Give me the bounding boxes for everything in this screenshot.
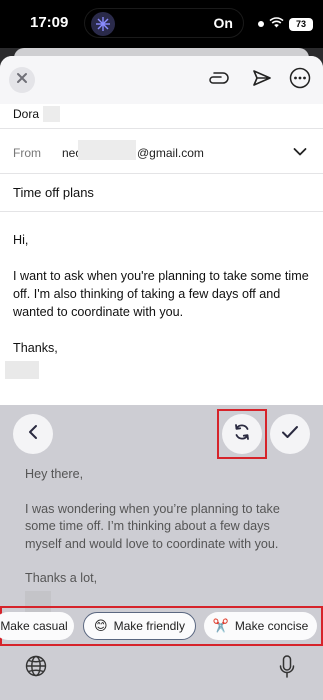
chip-make-concise[interactable]: ✂️ Make concise: [204, 612, 317, 640]
more-icon: [289, 67, 311, 94]
microphone-icon: [279, 655, 295, 683]
chip-make-casual[interactable]: Make casual: [0, 612, 74, 640]
compose-toolbar: [0, 56, 323, 104]
wifi-icon: [269, 15, 284, 33]
close-icon: [16, 71, 28, 89]
chip-label: Make concise: [234, 619, 309, 633]
attach-button[interactable]: [206, 68, 230, 92]
redacted-signature: [5, 361, 39, 379]
subject-row[interactable]: Time off plans: [0, 174, 323, 212]
tone-chips-row: Make casual 😊 Make friendly ✂️ Make conc…: [0, 606, 323, 646]
recipient-row[interactable]: Dora: [0, 104, 323, 129]
subject-text: Time off plans: [13, 185, 94, 200]
chip-make-friendly[interactable]: 😊 Make friendly: [83, 612, 196, 640]
suggestion-paragraph: I was wondering when you’re planning to …: [25, 501, 280, 551]
from-row[interactable]: From neon @gmail.com: [0, 130, 323, 174]
writing-assistant-panel: Hey there, I was wondering when you’re p…: [0, 405, 323, 700]
accept-button[interactable]: [270, 414, 310, 454]
dictation-button[interactable]: [279, 655, 295, 684]
status-bar: 17:09 On 73: [0, 0, 323, 48]
body-greeting: Hi,: [13, 233, 29, 247]
status-time: 17:09: [30, 14, 69, 31]
back-chevron-icon: [27, 424, 39, 445]
body-signoff: Thanks,: [13, 341, 58, 355]
checkmark-icon: [281, 425, 299, 444]
island-status-text: On: [213, 15, 233, 31]
chevron-down-icon[interactable]: [293, 144, 307, 162]
recipient-name: Dora: [13, 107, 40, 121]
app-activity-icon: [91, 12, 115, 36]
smiley-icon: 😊: [94, 618, 108, 633]
send-button[interactable]: [250, 68, 274, 92]
body-paragraph: I want to ask when you're planning to ta…: [13, 269, 309, 319]
chip-label: Make casual: [0, 619, 68, 633]
send-icon: [252, 69, 272, 92]
more-button[interactable]: [288, 67, 312, 94]
suggestion-signoff: Thanks a lot,: [25, 571, 98, 585]
globe-icon: [25, 655, 47, 681]
from-label: From: [13, 146, 41, 160]
chip-label: Make friendly: [113, 619, 185, 633]
paperclip-icon: [207, 71, 229, 90]
redacted-recipient: [43, 106, 60, 122]
regenerate-button[interactable]: [222, 414, 262, 454]
dynamic-island[interactable]: On: [84, 8, 244, 38]
refresh-icon: [232, 422, 252, 447]
email-body[interactable]: Hi, I want to ask when you're planning t…: [5, 231, 313, 379]
back-button[interactable]: [13, 414, 53, 454]
battery-icon: 73: [289, 17, 313, 31]
from-address-suffix: @gmail.com: [137, 146, 204, 160]
scissors-icon: ✂️: [212, 618, 229, 633]
suggested-rewrite: Hey there, I was wondering when you’re p…: [25, 466, 305, 617]
globe-button[interactable]: [25, 655, 47, 682]
close-button[interactable]: [9, 67, 35, 93]
suggestion-greeting: Hey there,: [25, 467, 84, 481]
recording-dot-icon: [258, 21, 264, 27]
redacted-address: [78, 140, 136, 160]
